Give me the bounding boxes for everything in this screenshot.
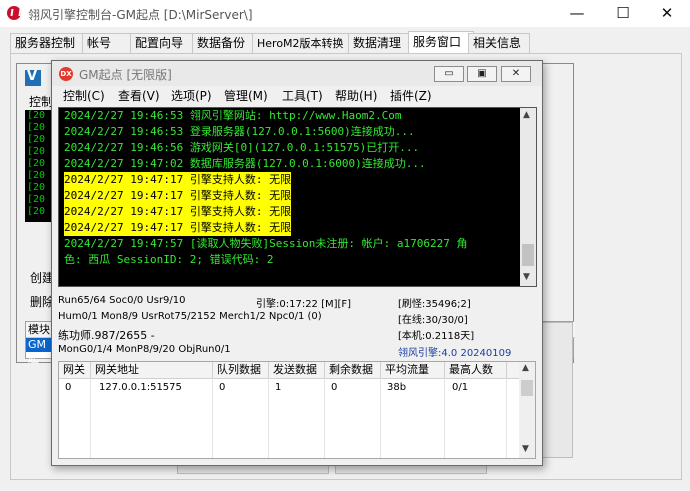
app-logo-icon	[7, 6, 21, 20]
log-line: 色: 西瓜 SessionID: 2; 错误代码: 2	[64, 253, 274, 266]
col-avg-traffic[interactable]: 平均流量	[381, 362, 445, 378]
cell-queue: 0	[219, 382, 226, 393]
minimize-button[interactable]: —	[554, 0, 600, 27]
menu-view[interactable]: 查看(V)	[118, 88, 160, 104]
cell-avg-traffic: 38b	[387, 382, 407, 393]
stat-engine-time: 引擎:0:17:22 [M][F]	[256, 299, 352, 310]
stat-run: Run65/64 Soc0/0 Usr9/10	[58, 295, 186, 306]
bg-menu-control[interactable]: 控制	[29, 93, 53, 110]
menu-control[interactable]: 控制(C)	[63, 88, 105, 104]
tab-related-info[interactable]: 相关信息	[468, 33, 530, 53]
tab-server-control[interactable]: 服务器控制	[10, 33, 90, 53]
menu-plugins[interactable]: 插件(Z)	[390, 88, 432, 104]
cell-send: 1	[275, 382, 282, 393]
scroll-up-arrow-icon[interactable]: ▲	[523, 110, 530, 120]
console-minimize-button[interactable]: ▭	[434, 66, 464, 82]
col-gateway[interactable]: 网关	[59, 362, 91, 378]
tab-data-cleanup[interactable]: 数据清理	[348, 33, 416, 53]
stat-mon: MonG0/1/4 MonP8/9/20 ObjRun0/1	[58, 344, 231, 355]
table-scroll-thumb[interactable]	[521, 380, 533, 396]
scroll-down-arrow-icon[interactable]: ▼	[523, 272, 530, 282]
gateway-table-header: 网关 网关地址 队列数据 发送数据 剩余数据 平均流量 最高人数	[59, 362, 519, 379]
server-stats: Run65/64 Soc0/0 Usr9/10 引擎:0:17:22 [M][F…	[58, 289, 538, 359]
col-max-users[interactable]: 最高人数	[445, 362, 507, 378]
cell-remaining: 0	[331, 382, 338, 393]
console-title: GM起点 [无限版]	[79, 68, 172, 82]
stat-refresh: [刷怪:35496;2]	[398, 299, 471, 310]
log-line-highlighted: 2024/2/27 19:47:17 引擎支持人数: 无限	[64, 188, 292, 204]
log-line: 2024/2/27 19:47:57 [读取人物失败]Session未注册: 帐…	[64, 237, 468, 250]
scroll-down-arrow-icon[interactable]: ▼	[522, 444, 529, 454]
log-line: 2024/2/27 19:47:02 数据库服务器(127.0.0.1:6000…	[64, 157, 426, 170]
main-title-bar: 翎风引擎控制台-GM起点 [D:\MirServer\] — ☐ ✕	[0, 0, 690, 27]
stat-online: [在线:30/30/0]	[398, 315, 468, 326]
console-menu-bar: 控制(C) 查看(V) 选项(P) 管理(M) 工具(T) 帮助(H) 插件(Z…	[52, 86, 542, 106]
cell-max-users: 0/1	[452, 382, 469, 393]
log-line: 2024/2/27 19:46:53 登录服务器(127.0.0.1:5600)…	[64, 125, 415, 138]
col-gateway-address[interactable]: 网关地址	[91, 362, 213, 378]
tab-herom2-convert[interactable]: HeroM2版本转换	[252, 33, 360, 53]
col-remaining-data[interactable]: 剩余数据	[325, 362, 381, 378]
close-button[interactable]: ✕	[644, 0, 690, 27]
tab-service-window[interactable]: 服务窗口	[408, 31, 474, 54]
console-close-button[interactable]: ✕	[501, 66, 531, 82]
log-line: 2024/2/27 19:46:56 游戏网关[0](127.0.0.1:515…	[64, 141, 420, 154]
log-line-highlighted: 2024/2/27 19:47:17 引擎支持人数: 无限	[64, 204, 292, 220]
stat-hum: Hum0/1 Mon8/9 UsrRot75/2152 Merch1/2 Npc…	[58, 311, 322, 322]
table-scrollbar[interactable]: ▲ ▼	[519, 362, 535, 458]
console-restore-button[interactable]: ▣	[467, 66, 497, 82]
log-line: 2024/2/27 19:46:53 翎风引擎网站: http://www.Ha…	[64, 109, 402, 122]
tab-data-backup[interactable]: 数据备份	[192, 33, 260, 53]
menu-help[interactable]: 帮助(H)	[335, 88, 377, 104]
log-line-highlighted: 2024/2/27 19:47:17 引擎支持人数: 无限	[64, 172, 292, 188]
console-title-bar[interactable]: DX GM起点 [无限版] ▭ ▣ ✕	[52, 61, 542, 86]
console-window[interactable]: DX GM起点 [无限版] ▭ ▣ ✕ 控制(C) 查看(V) 选项(P) 管理…	[51, 60, 543, 466]
maximize-button[interactable]: ☐	[600, 0, 646, 27]
log-line-highlighted: 2024/2/27 19:47:17 引擎支持人数: 无限	[64, 220, 292, 236]
tab-account[interactable]: 帐号	[82, 33, 132, 53]
menu-options[interactable]: 选项(P)	[171, 88, 212, 104]
cell-gateway: 0	[65, 382, 72, 393]
engine-version: 翎风引擎:4.0 20240109	[398, 348, 512, 359]
menu-tools[interactable]: 工具(T)	[282, 88, 323, 104]
tab-config-wizard[interactable]: 配置向导	[130, 33, 200, 53]
scroll-up-arrow-icon[interactable]: ▲	[522, 363, 529, 373]
stat-practice: 练功师.987/2655 -	[58, 329, 155, 342]
console-app-icon	[25, 69, 41, 86]
log-scrollbar[interactable]: ▲ ▼	[520, 108, 536, 286]
gateway-table[interactable]: 网关 网关地址 队列数据 发送数据 剩余数据 平均流量 最高人数 0 127.0…	[58, 361, 536, 459]
bg-side-panel	[540, 322, 573, 458]
dx-app-icon: DX	[59, 67, 73, 81]
console-log[interactable]: 2024/2/27 19:46:53 翎风引擎网站: http://www.Ha…	[58, 107, 537, 287]
log-scroll-thumb[interactable]	[522, 244, 534, 266]
col-send-data[interactable]: 发送数据	[269, 362, 325, 378]
cell-address: 127.0.0.1:51575	[99, 382, 182, 393]
window-title: 翎风引擎控制台-GM起点 [D:\MirServer\]	[28, 8, 253, 22]
menu-manage[interactable]: 管理(M)	[224, 88, 268, 104]
col-queue-data[interactable]: 队列数据	[213, 362, 269, 378]
stat-local: [本机:0.2118天]	[398, 331, 475, 342]
